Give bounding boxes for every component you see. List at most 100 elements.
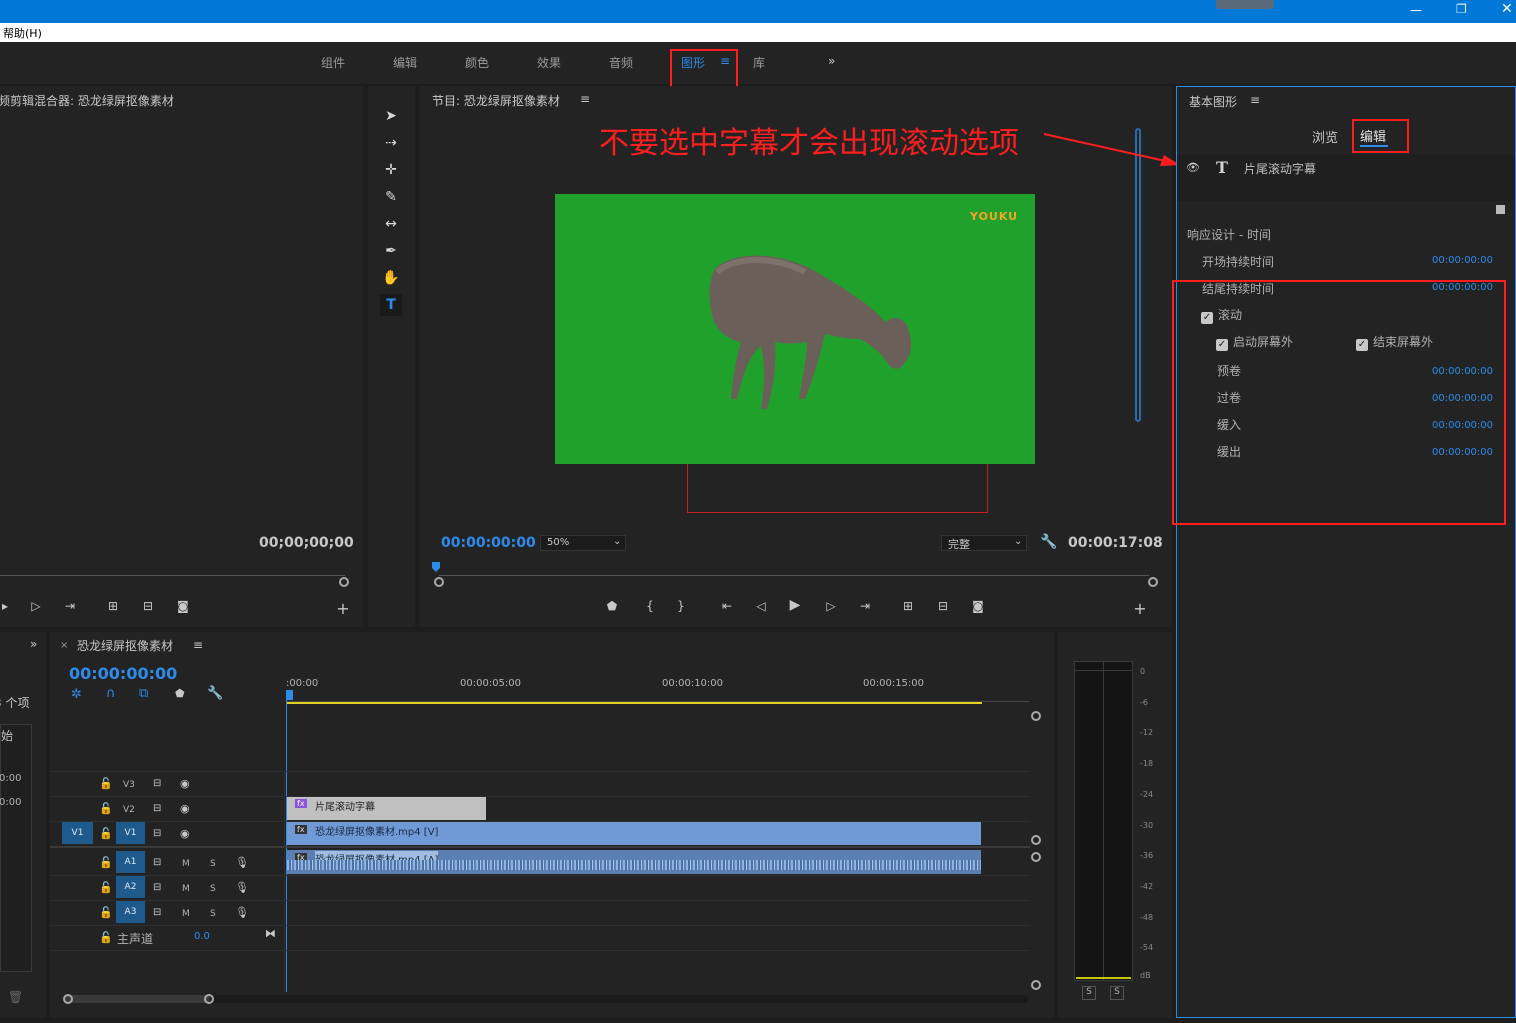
timeline-scroll-thumb[interactable]: [63, 995, 210, 1003]
go-to-out-icon[interactable]: ⇥: [856, 599, 874, 613]
play-next-icon-src[interactable]: ▷: [27, 599, 45, 613]
solo-left-button[interactable]: S: [1082, 986, 1096, 1000]
video-scroll-bottom[interactable]: [1031, 835, 1041, 845]
lock-icon[interactable]: 🔓: [99, 777, 113, 790]
type-tool-icon[interactable]: T: [380, 294, 402, 316]
title-clip[interactable]: fx 片尾滚动字幕: [287, 797, 486, 820]
slip-tool-icon[interactable]: ↔: [380, 213, 402, 235]
timeline-ruler[interactable]: [286, 694, 1029, 702]
timeline-close-icon[interactable]: ×: [60, 640, 68, 651]
step-forward-icon-src[interactable]: ▸: [0, 599, 14, 613]
program-menu-icon[interactable]: ≡: [580, 92, 590, 106]
program-zoom-handle-left[interactable]: [434, 577, 444, 587]
timeline-zoom-handle-left[interactable]: [63, 994, 73, 1004]
track-label-a1[interactable]: A1: [116, 851, 145, 873]
nest-icon[interactable]: ✲: [71, 687, 82, 702]
essential-graphics-menu-icon[interactable]: ≡: [1250, 93, 1260, 107]
eye-icon[interactable]: ◉: [180, 777, 190, 790]
timeline-timecode[interactable]: 00:00:00:00: [69, 664, 177, 683]
go-to-in-icon[interactable]: ⇤: [718, 599, 736, 613]
audio-scroll-bottom[interactable]: [1031, 980, 1041, 990]
video-clip[interactable]: fx 恐龙绿屏抠像素材.mp4 [V]: [287, 822, 981, 845]
lock-icon[interactable]: 🔓: [99, 881, 113, 894]
extract-icon[interactable]: ⊟: [934, 599, 952, 613]
audio-scroll-top[interactable]: [1031, 852, 1041, 862]
minimize-icon[interactable]: —: [1410, 3, 1422, 17]
sync-lock-icon[interactable]: ⊟: [153, 803, 161, 814]
close-icon[interactable]: ✕: [1501, 1, 1513, 17]
mark-in-icon[interactable]: {: [641, 599, 659, 613]
mute-button-a2[interactable]: M: [182, 884, 190, 894]
step-back-icon[interactable]: ◁: [752, 599, 770, 613]
program-timecode[interactable]: 00:00:00:00: [441, 535, 536, 551]
add-button-icon-src[interactable]: +: [334, 599, 352, 618]
lock-icon[interactable]: 🔓: [99, 906, 113, 919]
track-select-icon[interactable]: ⇢: [380, 132, 402, 154]
intro-duration-value[interactable]: 00:00:00:00: [1432, 255, 1493, 266]
add-button-icon[interactable]: +: [1131, 599, 1149, 618]
step-forward-icon[interactable]: ▷: [822, 599, 840, 613]
workspace-tab-assembly[interactable]: 组件: [321, 54, 345, 71]
eye-icon[interactable]: 👁: [1186, 161, 1200, 174]
microphone-icon[interactable]: 🎙: [235, 906, 249, 919]
master-volume-value[interactable]: 0.0: [194, 931, 210, 942]
microphone-icon[interactable]: 🎙: [235, 881, 249, 894]
project-row-2[interactable]: 0:00: [0, 797, 21, 808]
wrench-icon[interactable]: 🔧: [1040, 534, 1057, 550]
timeline-zoom-handle-right[interactable]: [204, 994, 214, 1004]
source-zoom-handle[interactable]: [339, 577, 349, 587]
sync-lock-icon[interactable]: ⊟: [153, 857, 161, 868]
lock-icon[interactable]: 🔓: [99, 856, 113, 869]
timeline-title[interactable]: 恐龙绿屏抠像素材: [77, 637, 173, 654]
quality-dropdown[interactable]: 完整 ⌄: [941, 535, 1027, 551]
add-marker-icon[interactable]: ⬟: [603, 599, 621, 613]
linked-selection-icon[interactable]: ⧉: [139, 686, 148, 701]
snap-magnet-icon[interactable]: ∩: [106, 686, 116, 701]
go-out-icon-src[interactable]: ⇥: [61, 599, 79, 613]
workspace-tab-libraries[interactable]: 库: [753, 54, 765, 71]
overwrite-icon-src[interactable]: ⊟: [139, 599, 157, 613]
solo-button-a3[interactable]: S: [210, 909, 216, 919]
solo-right-button[interactable]: S: [1110, 986, 1124, 1000]
track-label-v1[interactable]: V1: [116, 822, 145, 844]
track-label-a2[interactable]: A2: [116, 876, 145, 898]
source-patch-v1[interactable]: V1: [62, 822, 93, 844]
trash-icon[interactable]: 🗑: [8, 990, 23, 1004]
selection-tool-icon[interactable]: ➤: [380, 105, 402, 127]
column-start[interactable]: 始: [1, 727, 13, 744]
playhead-handle[interactable]: [286, 690, 293, 700]
timeline-menu-icon[interactable]: ≡: [193, 638, 203, 652]
track-label-v2[interactable]: V2: [123, 805, 135, 815]
solo-button-a1[interactable]: S: [210, 859, 216, 869]
go-to-end-icon[interactable]: ⧓: [265, 927, 276, 940]
insert-icon-src[interactable]: ⊞: [104, 599, 122, 613]
hand-tool-icon[interactable]: ✋: [380, 267, 402, 289]
project-row-1[interactable]: 0:00: [0, 773, 21, 784]
timeline-wrench-icon[interactable]: 🔧: [207, 686, 223, 701]
workspace-tab-editing[interactable]: 编辑: [393, 54, 417, 71]
workspace-more-icon[interactable]: »: [828, 54, 835, 68]
sync-lock-icon[interactable]: ⊟: [153, 882, 161, 893]
lock-icon[interactable]: 🔓: [99, 931, 113, 944]
solo-button-a2[interactable]: S: [210, 884, 216, 894]
program-zoom-handle-right[interactable]: [1148, 577, 1158, 587]
microphone-icon[interactable]: 🎙: [235, 856, 249, 869]
menu-help[interactable]: 帮助(H): [3, 27, 42, 40]
ripple-edit-icon[interactable]: ✛: [380, 159, 402, 181]
pen-tool-icon[interactable]: ✒: [380, 240, 402, 262]
workspace-tab-effects[interactable]: 效果: [537, 54, 561, 71]
restore-icon[interactable]: ❐: [1456, 2, 1467, 16]
work-area-bar[interactable]: [286, 702, 982, 704]
lock-icon[interactable]: 🔓: [99, 827, 113, 840]
lock-icon[interactable]: 🔓: [99, 802, 113, 815]
tab-browse[interactable]: 浏览: [1312, 127, 1338, 146]
track-label-a3[interactable]: A3: [116, 901, 145, 923]
mute-button-a3[interactable]: M: [182, 909, 190, 919]
mute-button-a1[interactable]: M: [182, 859, 190, 869]
workspace-tab-color[interactable]: 颜色: [465, 54, 489, 71]
camera-icon-src[interactable]: ◙: [174, 599, 192, 613]
lift-icon[interactable]: ⊞: [899, 599, 917, 613]
add-marker-icon-tl[interactable]: ⬟: [175, 687, 185, 700]
video-scroll-top[interactable]: [1031, 711, 1041, 721]
export-frame-icon[interactable]: ◙: [969, 599, 987, 613]
